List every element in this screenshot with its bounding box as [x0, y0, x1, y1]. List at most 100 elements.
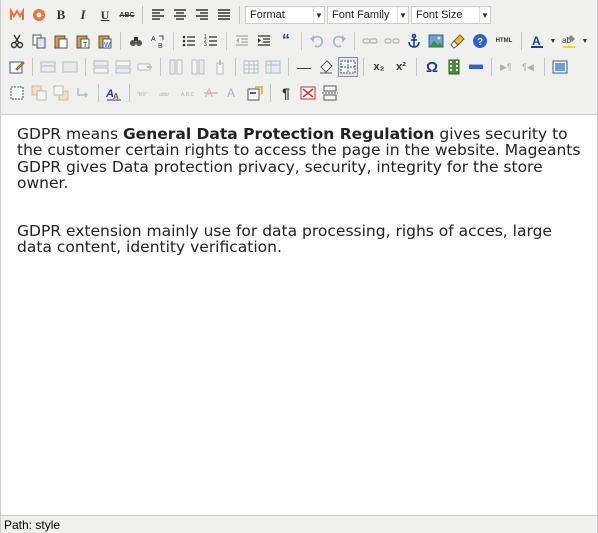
insert-layer-icon[interactable]: [38, 57, 58, 77]
svg-text:“69”: “69”: [137, 92, 148, 98]
undo-icon[interactable]: [307, 31, 327, 51]
toolbar-row-1: B I U ABC Format ▼ Font Family ▼ Font Si…: [7, 2, 593, 28]
separator: [142, 6, 143, 24]
visual-chars-button[interactable]: ¶: [276, 83, 296, 103]
help-icon[interactable]: ?: [470, 31, 490, 51]
paragraph-mark-label: ¶: [282, 85, 290, 101]
insert-layer-box-icon[interactable]: [7, 83, 27, 103]
align-left-icon[interactable]: [148, 5, 168, 25]
styleprops-icon[interactable]: AA: [104, 83, 124, 103]
abbreviation-icon[interactable]: abbr: [157, 83, 177, 103]
table-icon[interactable]: [241, 57, 261, 77]
edit-style-icon[interactable]: [7, 57, 27, 77]
paste-word-icon[interactable]: W: [95, 31, 115, 51]
magento-widget-icon[interactable]: [7, 5, 27, 25]
remove-format-icon[interactable]: [316, 57, 336, 77]
separator: [354, 32, 355, 50]
separator: [32, 58, 33, 76]
paragraph-text: GDPR extension mainly use for data proce…: [17, 222, 552, 257]
bold-label: B: [56, 7, 66, 22]
svg-text:A: A: [532, 34, 541, 48]
separator: [239, 6, 240, 24]
attributes-icon[interactable]: [245, 83, 265, 103]
media-icon[interactable]: [444, 57, 464, 77]
html-source-button[interactable]: HTML: [492, 31, 516, 51]
cut-icon[interactable]: [7, 31, 27, 51]
cleanup-icon[interactable]: [448, 31, 468, 51]
strike-label: ABC: [119, 11, 135, 19]
indent-icon[interactable]: [254, 31, 274, 51]
underline-button[interactable]: U: [95, 5, 115, 25]
page-break-icon[interactable]: [320, 83, 340, 103]
acronym-icon[interactable]: A.B.C: [179, 83, 199, 103]
chevron-down-icon[interactable]: ▼: [581, 31, 589, 51]
find-icon[interactable]: [126, 31, 146, 51]
paste-icon[interactable]: [51, 31, 71, 51]
outdent-icon[interactable]: [232, 31, 252, 51]
special-char-button[interactable]: Ω: [422, 57, 442, 77]
redo-icon[interactable]: [329, 31, 349, 51]
bullet-list-icon[interactable]: [179, 31, 199, 51]
move-backward-icon[interactable]: [51, 83, 71, 103]
deletion-icon[interactable]: A: [201, 83, 221, 103]
link-icon[interactable]: [360, 31, 380, 51]
paste-text-icon[interactable]: T: [73, 31, 93, 51]
unlink-icon[interactable]: [382, 31, 402, 51]
italic-button[interactable]: I: [73, 5, 93, 25]
path-label: Path: style: [4, 517, 61, 532]
quote-label: “: [282, 32, 290, 49]
delete-row-icon[interactable]: [135, 57, 155, 77]
ltr-icon[interactable]: ▶¶: [497, 57, 517, 77]
fullscreen-icon[interactable]: [550, 57, 570, 77]
toolbar-row-4: AA “69” abbr A.B.C A A ¶: [7, 80, 593, 106]
chevron-down-icon[interactable]: ▼: [549, 31, 557, 51]
svg-text:¶◀: ¶◀: [522, 62, 534, 72]
align-justify-icon[interactable]: [214, 5, 234, 25]
col-after-icon[interactable]: [188, 57, 208, 77]
editor-content-area[interactable]: GDPR means General Data Protection Regul…: [1, 118, 597, 515]
delete-col-icon[interactable]: [210, 57, 230, 77]
font-size-select[interactable]: Font Size ▼: [411, 6, 491, 24]
move-layer-icon[interactable]: [60, 57, 80, 77]
col-before-icon[interactable]: [166, 57, 186, 77]
copy-icon[interactable]: [29, 31, 49, 51]
blockquote-icon[interactable]: “: [276, 31, 296, 51]
cite-icon[interactable]: “69”: [135, 83, 155, 103]
svg-text:abbr: abbr: [159, 92, 169, 98]
align-right-icon[interactable]: [192, 5, 212, 25]
separator: [98, 84, 99, 102]
nonbreaking-icon[interactable]: [298, 83, 318, 103]
chevron-down-icon: ▼: [313, 7, 324, 23]
insert-image-icon[interactable]: [426, 31, 446, 51]
format-select-label: Format: [250, 9, 285, 21]
omega-label: Ω: [425, 58, 439, 76]
anchor-icon[interactable]: [404, 31, 424, 51]
table-props-icon[interactable]: [263, 57, 283, 77]
rtl-icon[interactable]: ¶◀: [519, 57, 539, 77]
separator: [521, 32, 522, 50]
strikethrough-button[interactable]: ABC: [117, 5, 137, 25]
move-forward-icon[interactable]: [29, 83, 49, 103]
insert-date-icon[interactable]: [466, 57, 486, 77]
font-family-select[interactable]: Font Family ▼: [327, 6, 409, 24]
toolbar-row-3: — x₂ x² Ω ▶¶ ¶◀: [7, 54, 593, 80]
insertion-icon[interactable]: A: [223, 83, 243, 103]
row-after-icon[interactable]: [113, 57, 133, 77]
background-color-icon[interactable]: ab: [559, 31, 579, 51]
superscript-button[interactable]: x²: [391, 57, 411, 77]
horizontal-rule-button[interactable]: —: [294, 57, 314, 77]
bold-button[interactable]: B: [51, 5, 71, 25]
chevron-down-icon: ▼: [397, 7, 408, 23]
absolute-position-icon[interactable]: [73, 83, 93, 103]
format-select[interactable]: Format ▼: [245, 6, 325, 24]
row-before-icon[interactable]: [91, 57, 111, 77]
separator: [160, 58, 161, 76]
insert-image-gallery-icon[interactable]: [29, 5, 49, 25]
visual-aid-icon[interactable]: [338, 57, 358, 77]
subscript-button[interactable]: x₂: [369, 57, 389, 77]
align-center-icon[interactable]: [170, 5, 190, 25]
find-replace-icon[interactable]: AB: [148, 31, 168, 51]
text-color-icon[interactable]: A: [527, 31, 547, 51]
separator: [544, 58, 545, 76]
numbered-list-icon[interactable]: 123: [201, 31, 221, 51]
